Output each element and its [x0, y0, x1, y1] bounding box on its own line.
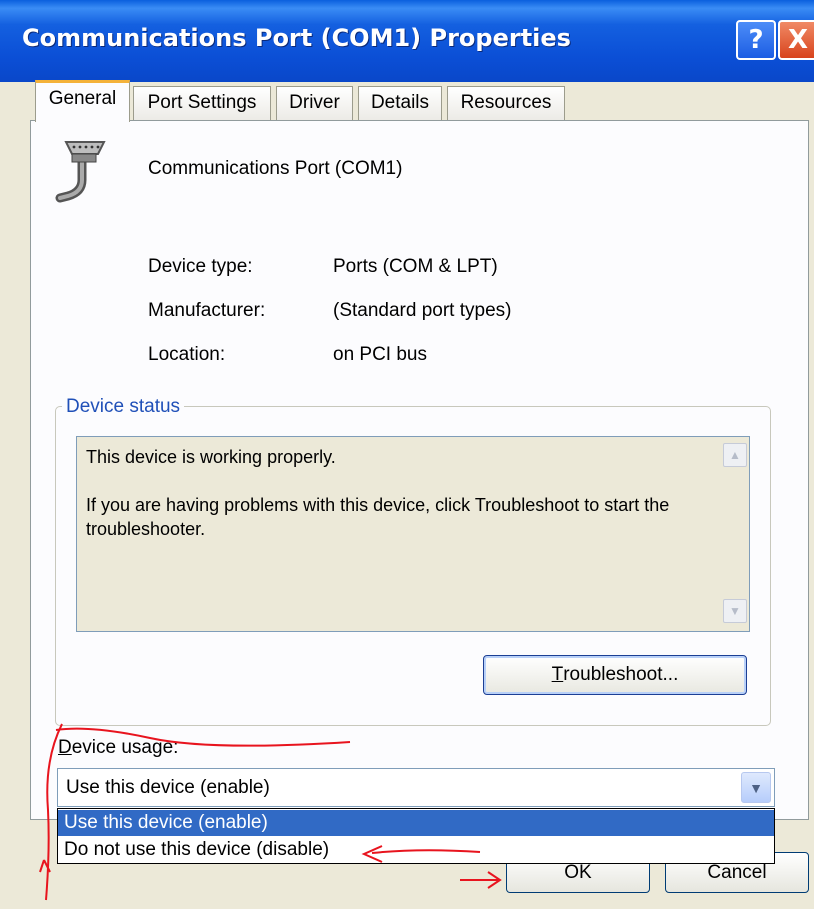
tab-details[interactable]: Details	[358, 86, 442, 120]
annotation-down-arrowhead	[39, 859, 51, 873]
status-line-1: This device is working properly.	[86, 447, 336, 467]
location-value: on PCI bus	[333, 344, 427, 365]
scroll-down-icon[interactable]: ▼	[723, 599, 747, 623]
status-scrollbar[interactable]: ▲ ▼	[723, 439, 747, 629]
device-type-value: Ports (COM & LPT)	[333, 256, 498, 277]
help-button[interactable]: ?	[736, 20, 776, 60]
chevron-down-icon[interactable]: ▼	[741, 772, 771, 803]
dropdown-option-disable[interactable]: Do not use this device (disable)	[58, 837, 774, 863]
device-usage-label: Device usage:	[58, 737, 178, 759]
tab-resources[interactable]: Resources	[447, 86, 565, 120]
troubleshoot-accel: T	[551, 664, 564, 685]
device-usage-selected: Use this device (enable)	[66, 777, 270, 798]
device-type-label: Device type:	[148, 256, 253, 277]
tab-general[interactable]: General	[35, 80, 130, 122]
dropdown-option-enable[interactable]: Use this device (enable)	[58, 810, 774, 836]
title-bar: Communications Port (COM1) Properties ? …	[0, 0, 814, 82]
manufacturer-value: (Standard port types)	[333, 300, 512, 321]
location-label: Location:	[148, 344, 226, 365]
manufacturer-label: Manufacturer:	[148, 300, 266, 321]
status-line-2: If you are having problems with this dev…	[86, 495, 670, 539]
device-usage-accel: D	[58, 737, 72, 758]
troubleshoot-button[interactable]: Troubleshoot...	[483, 655, 747, 695]
device-usage-rest: evice usage:	[71, 737, 179, 758]
device-name: Communications Port (COM1)	[148, 158, 403, 179]
window-title: Communications Port (COM1) Properties	[22, 24, 571, 52]
scroll-up-icon[interactable]: ▲	[723, 443, 747, 467]
status-text: This device is working properly. If you …	[86, 445, 706, 541]
device-status-textbox[interactable]: This device is working properly. If you …	[76, 436, 750, 632]
tab-port-settings[interactable]: Port Settings	[133, 86, 271, 120]
tab-driver[interactable]: Driver	[276, 86, 353, 120]
annotation-ok-arrow	[460, 871, 502, 889]
troubleshoot-rest: roubleshoot...	[563, 664, 679, 685]
close-button[interactable]: X	[778, 20, 814, 60]
device-usage-select[interactable]: Use this device (enable) ▼	[57, 768, 775, 807]
serial-port-icon	[55, 141, 106, 203]
device-usage-dropdown-list: Use this device (enable) Do not use this…	[57, 808, 775, 864]
device-status-legend: Device status	[62, 396, 185, 418]
